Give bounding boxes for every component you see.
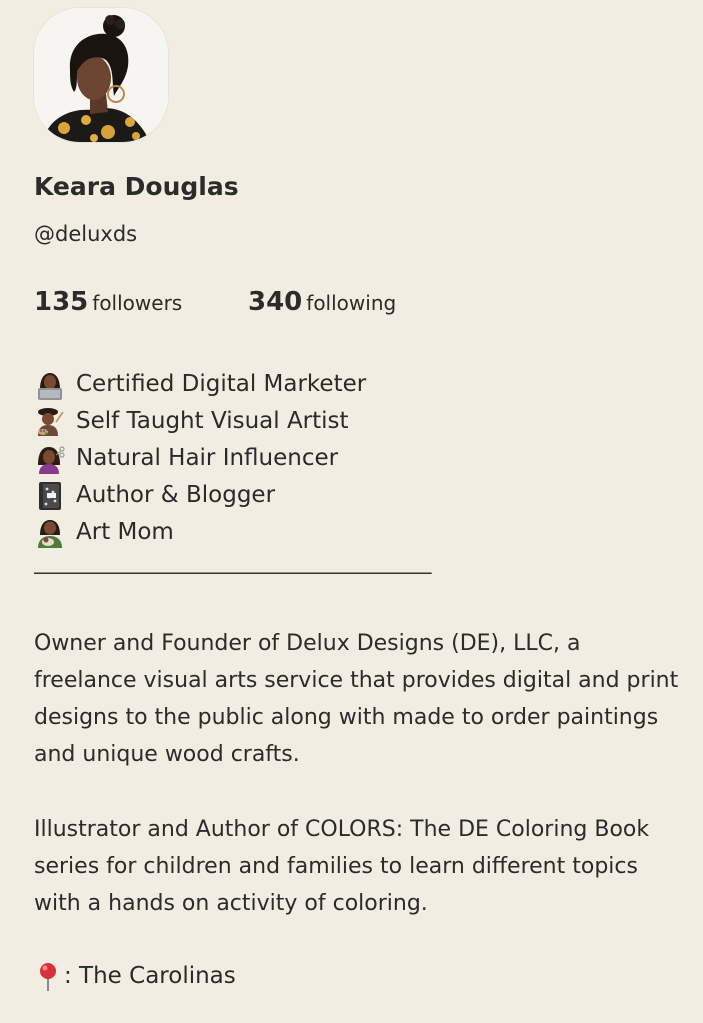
bio-list: Certified Digital Marketer Self Taught V…: [34, 366, 366, 551]
bio-line-text: Art Mom: [76, 519, 174, 545]
location: : The Carolinas: [34, 958, 236, 995]
followers-link[interactable]: 135 followers: [34, 287, 182, 317]
bio-line-text: Natural Hair Influencer: [76, 445, 339, 471]
round-pushpin-icon: [34, 961, 62, 993]
location-text: : The Carolinas: [64, 963, 236, 989]
woman-feeding-baby-icon: [34, 517, 66, 549]
profile-photo: [34, 8, 168, 142]
following-count: 340: [248, 287, 303, 317]
profile-handle: @deluxds: [34, 222, 138, 246]
profile-name: Keara Douglas: [34, 172, 239, 201]
bio-line-text: Self Taught Visual Artist: [76, 408, 349, 434]
divider-line: ________________________________________…: [34, 550, 432, 574]
bio-paragraph: Owner and Founder of Delux Designs (DE),…: [34, 631, 679, 767]
bio-line: Natural Hair Influencer: [34, 440, 366, 477]
avatar[interactable]: [34, 8, 168, 142]
following-label: following: [306, 291, 397, 315]
bio-line: Author & Blogger: [34, 477, 366, 514]
woman-haircut-icon: [34, 443, 66, 475]
followers-label: followers: [92, 291, 183, 315]
following-link[interactable]: 340 following: [248, 287, 396, 317]
bio-paragraph: Illustrator and Author of COLORS: The DE…: [34, 817, 650, 916]
bio-line: Certified Digital Marketer: [34, 366, 366, 403]
notebook-icon: [34, 480, 66, 512]
woman-technologist-icon: [34, 369, 66, 401]
bio-line-text: Author & Blogger: [76, 482, 276, 508]
bio-line-text: Certified Digital Marketer: [76, 371, 367, 397]
followers-count: 135: [34, 287, 89, 317]
woman-artist-icon: [34, 406, 66, 438]
bio-line: Self Taught Visual Artist: [34, 403, 366, 440]
bio-line: Art Mom: [34, 514, 366, 551]
